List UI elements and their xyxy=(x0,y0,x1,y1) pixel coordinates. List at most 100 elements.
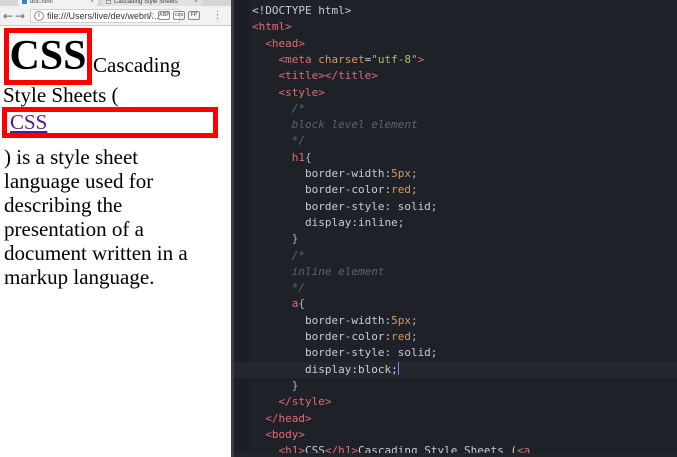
code-line[interactable]: } xyxy=(234,378,677,394)
code-token: <head> xyxy=(265,36,305,50)
code-line[interactable]: } xyxy=(234,231,677,247)
code-token: { xyxy=(305,150,312,164)
code-line[interactable]: border-color:red; xyxy=(234,329,677,345)
code-token: </style> xyxy=(278,395,332,409)
paragraph-line: presentation of a xyxy=(4,217,144,241)
code-token: inline element xyxy=(252,264,385,278)
paragraph-text: ) is a style sheet language used for des… xyxy=(4,145,229,289)
url-text[interactable]: file:///Users/live/dev/webn/... xyxy=(47,10,159,22)
code-line[interactable]: <title></title> xyxy=(234,68,677,84)
star-icon[interactable]: ☆ xyxy=(145,10,156,21)
extension-abp-icon[interactable]: ABP xyxy=(158,11,170,20)
extension-ces-icon[interactable]: ces xyxy=(173,11,185,20)
close-icon[interactable]: × xyxy=(194,0,198,5)
code-token: red xyxy=(391,183,411,197)
code-line[interactable]: display:block; xyxy=(234,361,677,378)
code-token: } xyxy=(252,232,299,246)
body-text-line: Style Sheets ( xyxy=(3,83,119,107)
code-token: 5px xyxy=(391,313,411,327)
code-token: */ xyxy=(252,281,305,295)
close-icon[interactable]: × xyxy=(90,0,94,5)
code-token: border-color: xyxy=(252,330,392,343)
code-token: <title></title> xyxy=(278,69,378,83)
code-line[interactable]: inline element xyxy=(234,264,677,280)
code-token: <style> xyxy=(278,85,325,99)
code-line[interactable]: <body> xyxy=(234,427,677,443)
code-token: 5px xyxy=(391,167,411,180)
code-line[interactable]: border-width:5px; xyxy=(234,313,677,329)
code-editor[interactable]: <!DOCTYPE html> <html> <head> <meta chars… xyxy=(234,0,677,457)
code-token: <body> xyxy=(265,427,305,441)
code-line[interactable]: a{ xyxy=(234,296,677,312)
code-line[interactable]: border-style: solid; xyxy=(234,199,677,215)
tab-label: Cascading Style Sheets xyxy=(114,0,178,5)
code-token: /* xyxy=(252,101,305,115)
browser-toolbar: ← → i file:///Users/live/dev/webn/... ☆ … xyxy=(0,6,231,26)
paragraph-line: document written in a xyxy=(4,241,188,265)
code-line[interactable]: <html> xyxy=(234,19,677,35)
tab-label: doc.html xyxy=(30,0,53,5)
code-token: <!DOCTYPE html> xyxy=(252,4,352,17)
code-token: <html> xyxy=(252,20,292,34)
code-token: ; xyxy=(410,330,418,343)
code-token: border-style: solid; xyxy=(252,199,438,213)
text-cursor xyxy=(397,361,399,375)
forward-button[interactable]: → xyxy=(14,9,26,23)
info-icon[interactable]: i xyxy=(34,11,44,21)
code-token: ; xyxy=(410,167,418,180)
code-token: block level element xyxy=(252,118,418,132)
code-line[interactable]: border-color:red; xyxy=(234,182,677,198)
code-line[interactable]: */ xyxy=(234,280,677,296)
extension-fp-icon[interactable]: FP xyxy=(188,11,200,20)
code-token: > xyxy=(417,52,425,66)
wikipedia-icon xyxy=(106,0,111,4)
code-token: red xyxy=(391,330,411,343)
menu-icon[interactable]: ⋮ xyxy=(212,10,223,21)
code-line[interactable]: border-width:5px; xyxy=(234,166,677,182)
code-line[interactable]: border-style: solid; xyxy=(234,345,677,361)
code-token: display:block; xyxy=(252,362,398,376)
code-line[interactable]: <!DOCTYPE html> xyxy=(234,3,677,19)
code-token: border-width: xyxy=(252,167,392,180)
browser-window: doc.html × Cascading Style Sheets × ← → … xyxy=(0,0,231,457)
page-heading: CSS xyxy=(4,28,92,85)
code-token: <meta xyxy=(278,52,319,66)
file-icon xyxy=(22,0,27,4)
status-bar xyxy=(234,453,677,457)
heading-trailing-text: Cascading xyxy=(93,53,181,77)
code-line[interactable]: /* xyxy=(234,101,677,117)
code-token: display:inline; xyxy=(252,215,405,229)
code-token: </head> xyxy=(265,411,312,425)
page-content: CSS Cascading Style Sheets ( CSS ) is a … xyxy=(0,27,231,457)
code-token: h1 xyxy=(291,150,305,164)
paragraph-line: language used for xyxy=(4,169,154,193)
css-link[interactable]: CSS xyxy=(2,107,218,138)
code-line[interactable]: <style> xyxy=(234,85,677,101)
code-token: "utf-8" xyxy=(371,52,418,66)
code-token: border-style: solid; xyxy=(252,346,438,360)
back-button[interactable]: ← xyxy=(2,9,14,23)
code-line[interactable]: <meta charset="utf-8"> xyxy=(234,52,677,68)
code-token: charset xyxy=(318,52,365,66)
code-line[interactable]: <head> xyxy=(234,36,677,52)
code-token: */ xyxy=(252,134,305,148)
code-token: /* xyxy=(252,248,305,262)
code-line[interactable]: display:inline; xyxy=(234,215,677,231)
code-token: { xyxy=(298,297,305,311)
code-line[interactable]: /* xyxy=(234,248,677,264)
code-line[interactable]: block level element xyxy=(234,117,677,133)
code-line[interactable]: */ xyxy=(234,133,677,149)
code-token: } xyxy=(252,378,299,392)
code-line[interactable]: h1{ xyxy=(234,150,677,166)
code-token: border-width: xyxy=(252,313,392,327)
code-line[interactable]: </style> xyxy=(234,394,677,410)
code-line[interactable]: </head> xyxy=(234,411,677,427)
code-token: ; xyxy=(410,313,418,327)
